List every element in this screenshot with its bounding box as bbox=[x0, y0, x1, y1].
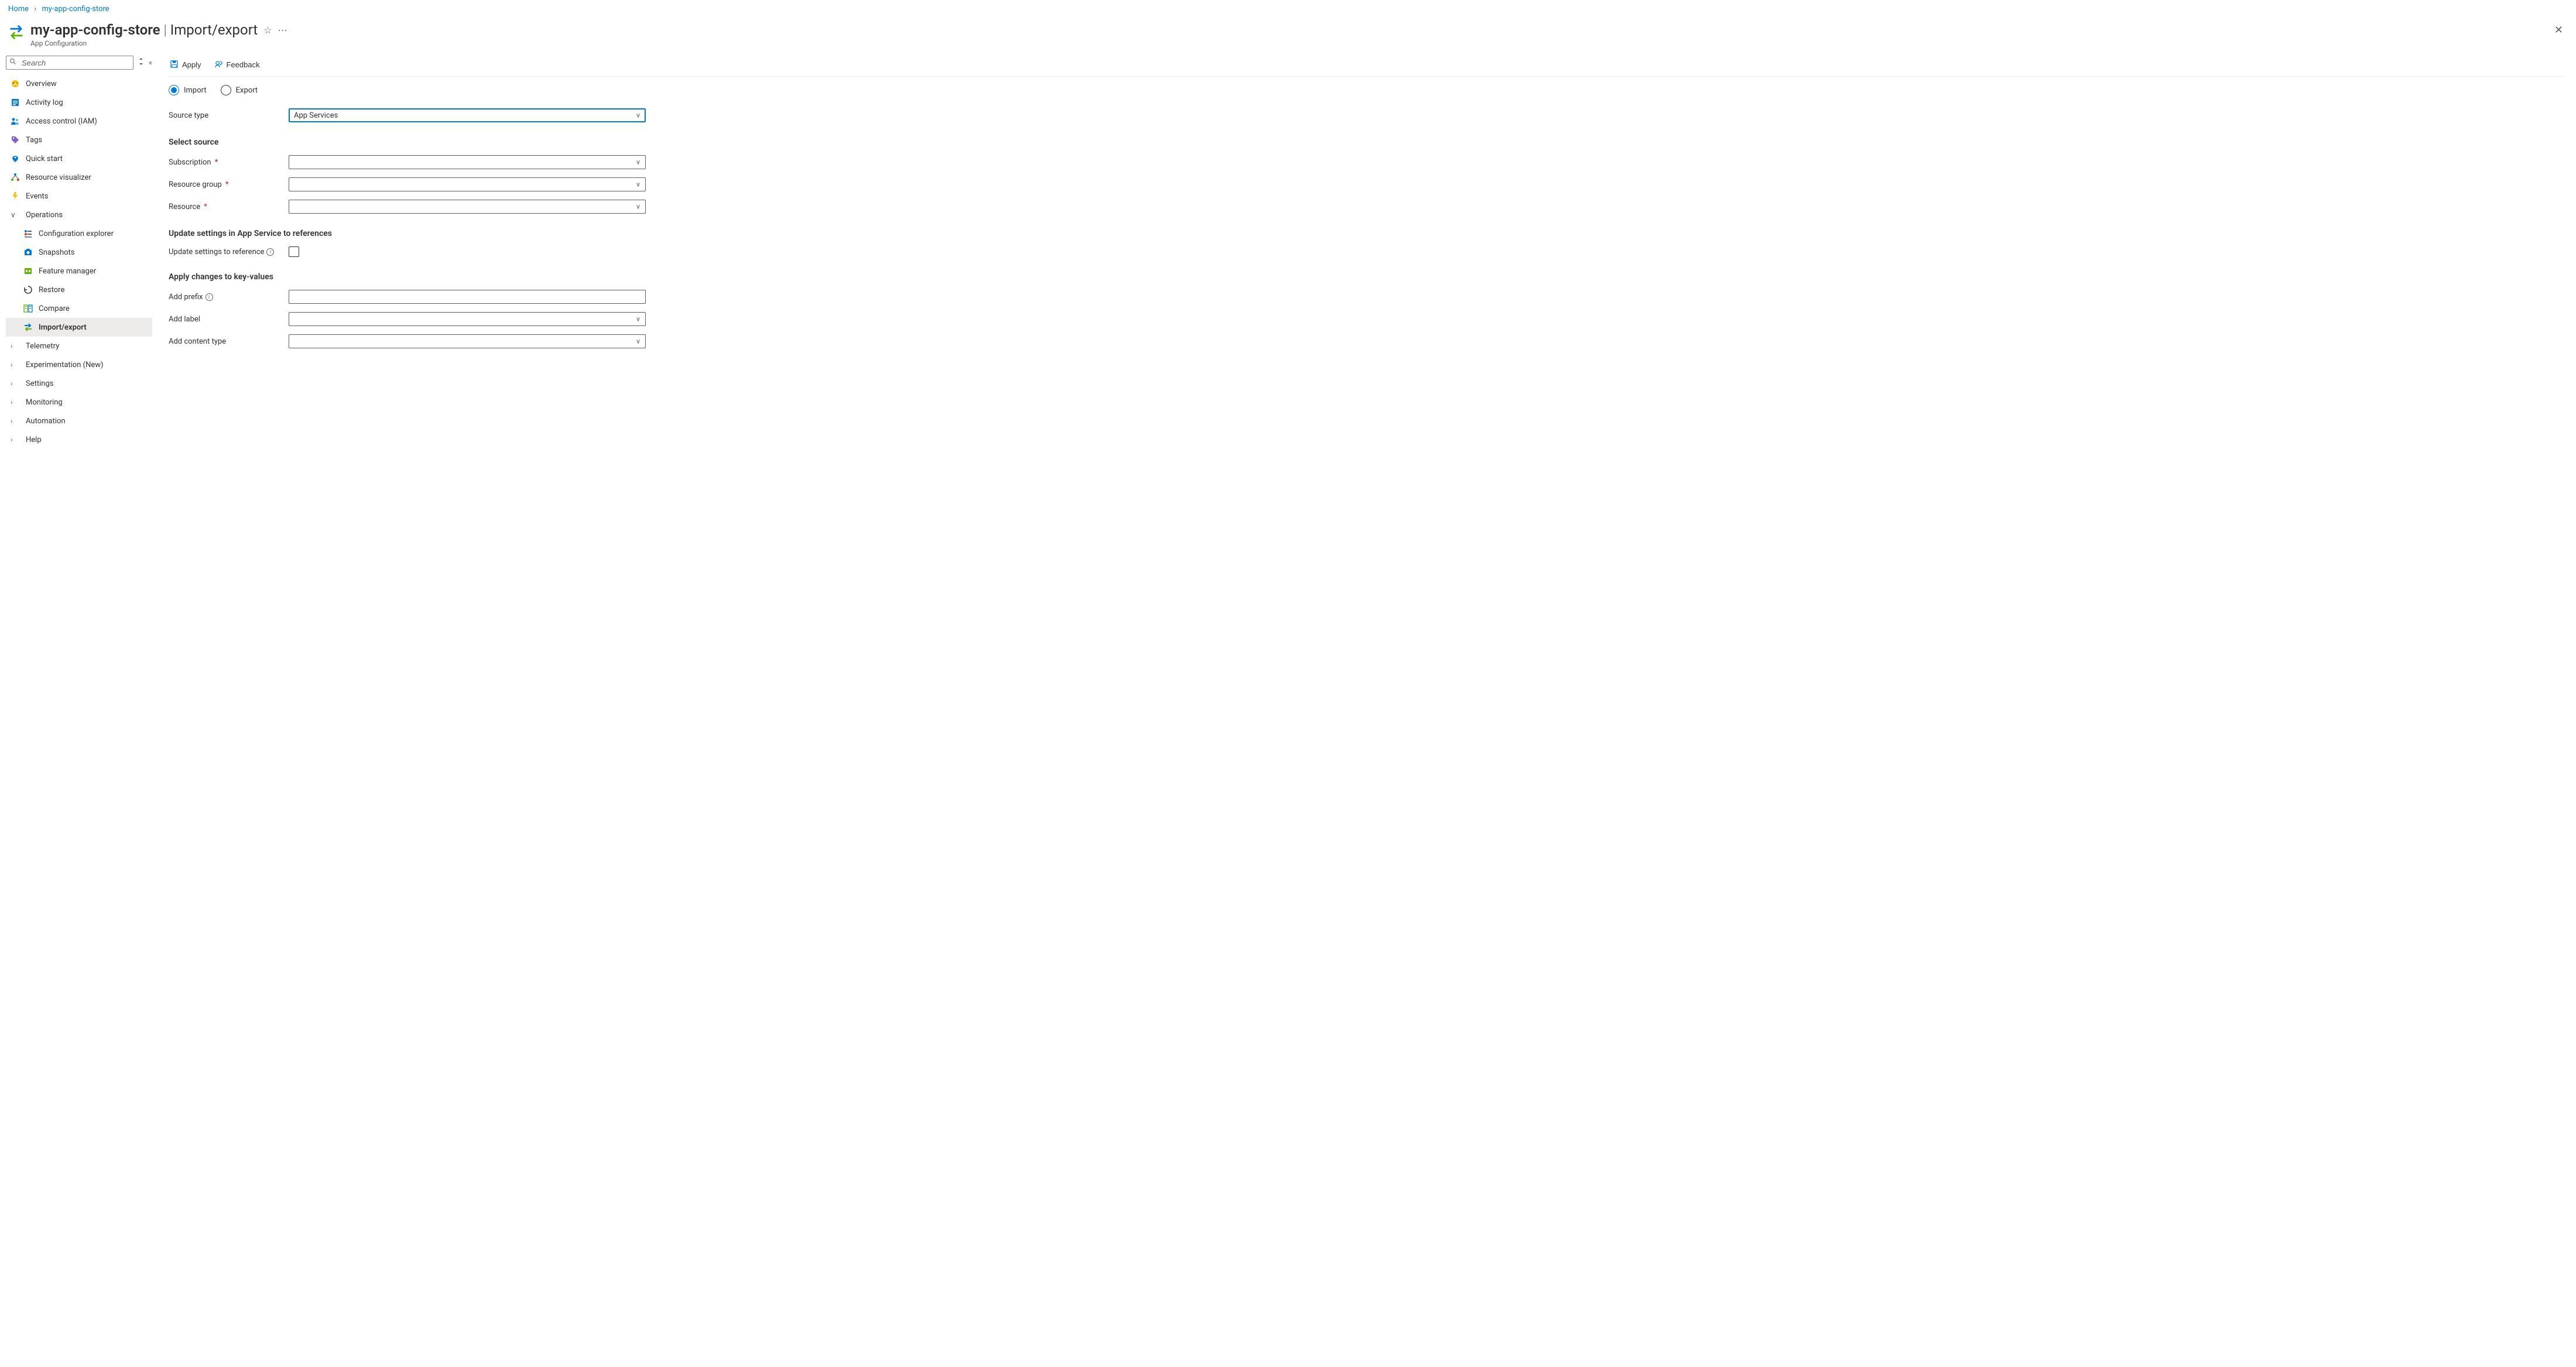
feedback-icon bbox=[214, 60, 223, 70]
radio-import[interactable]: Import bbox=[169, 85, 207, 95]
sidebar-item-quick-start[interactable]: Quick start bbox=[6, 149, 152, 168]
source-type-label: Source type bbox=[169, 111, 289, 120]
chevron-down-icon: ∨ bbox=[636, 181, 640, 189]
subscription-label: Subscription* bbox=[169, 158, 289, 167]
chevron-down-icon: ∨ bbox=[636, 203, 640, 211]
add-label-label: Add label bbox=[169, 315, 289, 324]
chevron-down-icon: ∨ bbox=[11, 211, 20, 219]
expand-icon[interactable] bbox=[138, 57, 144, 68]
add-content-type-dropdown[interactable]: ∨ bbox=[289, 334, 646, 348]
service-name: App Configuration bbox=[30, 39, 2568, 47]
chevron-down-icon: ∨ bbox=[636, 159, 640, 166]
apply-changes-heading: Apply changes to key-values bbox=[169, 272, 2564, 282]
restore-icon bbox=[23, 285, 33, 294]
main-content: Apply Feedback Import Export Source type… bbox=[152, 53, 2576, 461]
sidebar-search[interactable] bbox=[6, 56, 133, 70]
close-icon[interactable]: ✕ bbox=[2554, 24, 2563, 36]
resource-group-dropdown[interactable]: ∨ bbox=[289, 177, 646, 191]
feedback-button[interactable]: Feedback bbox=[213, 57, 261, 73]
update-settings-checkbox[interactable] bbox=[289, 246, 299, 257]
resource-dropdown[interactable]: ∨ bbox=[289, 200, 646, 214]
snapshots-icon bbox=[23, 248, 33, 257]
sidebar-item-compare[interactable]: Compare bbox=[6, 299, 152, 318]
favorite-icon[interactable]: ☆ bbox=[263, 25, 272, 36]
resource-group-label: Resource group* bbox=[169, 180, 289, 189]
search-input[interactable] bbox=[6, 56, 133, 70]
select-source-heading: Select source bbox=[169, 138, 2564, 147]
add-prefix-label: Add prefix i bbox=[169, 293, 289, 302]
update-references-heading: Update settings in App Service to refere… bbox=[169, 229, 2564, 238]
search-icon bbox=[9, 58, 16, 67]
chevron-right-icon: › bbox=[11, 342, 20, 350]
resource-visualizer-icon bbox=[11, 173, 20, 182]
tags-icon bbox=[11, 135, 20, 145]
sidebar-group-automation[interactable]: › Automation bbox=[6, 412, 152, 430]
radio-export[interactable]: Export bbox=[221, 85, 258, 95]
info-icon[interactable]: i bbox=[205, 293, 213, 301]
add-prefix-input[interactable] bbox=[289, 290, 646, 304]
config-explorer-icon bbox=[23, 229, 33, 238]
sidebar-group-monitoring[interactable]: › Monitoring bbox=[6, 393, 152, 412]
quick-start-icon bbox=[11, 154, 20, 163]
sidebar-item-feature-manager[interactable]: Feature manager bbox=[6, 262, 152, 280]
more-icon[interactable]: ⋯ bbox=[278, 25, 287, 36]
activity-log-icon bbox=[11, 98, 20, 107]
sidebar: « Overview Activity log Access control (… bbox=[0, 53, 152, 461]
command-toolbar: Apply Feedback bbox=[169, 53, 2564, 77]
app-configuration-icon bbox=[8, 24, 25, 40]
sidebar-item-tags[interactable]: Tags bbox=[6, 131, 152, 149]
sidebar-item-snapshots[interactable]: Snapshots bbox=[6, 243, 152, 262]
compare-icon bbox=[23, 304, 33, 313]
feature-manager-icon bbox=[23, 266, 33, 276]
chevron-right-icon: › bbox=[11, 398, 20, 406]
sidebar-group-experimentation[interactable]: › Experimentation (New) bbox=[6, 355, 152, 374]
import-export-icon bbox=[23, 323, 33, 332]
source-type-dropdown[interactable]: App Services ∨ bbox=[289, 108, 646, 122]
sidebar-item-overview[interactable]: Overview bbox=[6, 74, 152, 93]
chevron-right-icon: › bbox=[11, 417, 20, 425]
sidebar-group-telemetry[interactable]: › Telemetry bbox=[6, 337, 152, 355]
chevron-down-icon: ∨ bbox=[636, 338, 640, 345]
sidebar-item-resource-visualizer[interactable]: Resource visualizer bbox=[6, 168, 152, 187]
iam-icon bbox=[11, 117, 20, 126]
breadcrumb: Home › my-app-config-store bbox=[0, 0, 2576, 18]
apply-button[interactable]: Apply bbox=[169, 57, 203, 73]
sidebar-item-import-export[interactable]: Import/export bbox=[6, 318, 152, 337]
import-export-radio-group: Import Export bbox=[169, 85, 2564, 95]
add-label-dropdown[interactable]: ∨ bbox=[289, 312, 646, 326]
sidebar-item-restore[interactable]: Restore bbox=[6, 280, 152, 299]
chevron-down-icon: ∨ bbox=[636, 316, 640, 323]
chevron-down-icon: ∨ bbox=[636, 112, 640, 119]
breadcrumb-home[interactable]: Home bbox=[8, 5, 29, 13]
radio-unchecked-icon bbox=[221, 85, 231, 95]
sidebar-item-activity-log[interactable]: Activity log bbox=[6, 93, 152, 112]
breadcrumb-separator: › bbox=[34, 5, 36, 13]
subscription-dropdown[interactable]: ∨ bbox=[289, 155, 646, 169]
chevron-right-icon: › bbox=[11, 379, 20, 388]
breadcrumb-current[interactable]: my-app-config-store bbox=[42, 5, 109, 13]
update-settings-label: Update settings to reference i bbox=[169, 248, 289, 256]
sidebar-item-configuration-explorer[interactable]: Configuration explorer bbox=[6, 224, 152, 243]
sidebar-group-help[interactable]: › Help bbox=[6, 430, 152, 449]
sidebar-group-settings[interactable]: › Settings bbox=[6, 374, 152, 393]
sidebar-group-operations[interactable]: ∨ Operations bbox=[6, 205, 152, 224]
radio-checked-icon bbox=[169, 85, 179, 95]
page-title: my-app-config-store | Import/export bbox=[30, 22, 258, 38]
sidebar-item-access-control[interactable]: Access control (IAM) bbox=[6, 112, 152, 131]
add-content-type-label: Add content type bbox=[169, 337, 289, 346]
overview-icon bbox=[11, 79, 20, 88]
save-icon bbox=[170, 60, 179, 70]
chevron-right-icon: › bbox=[11, 361, 20, 369]
events-icon bbox=[11, 191, 20, 201]
page-header: my-app-config-store | Import/export ☆ ⋯ … bbox=[0, 18, 2576, 53]
info-icon[interactable]: i bbox=[266, 248, 274, 256]
chevron-right-icon: › bbox=[11, 436, 20, 444]
resource-label: Resource* bbox=[169, 203, 289, 211]
sidebar-item-events[interactable]: Events bbox=[6, 187, 152, 205]
